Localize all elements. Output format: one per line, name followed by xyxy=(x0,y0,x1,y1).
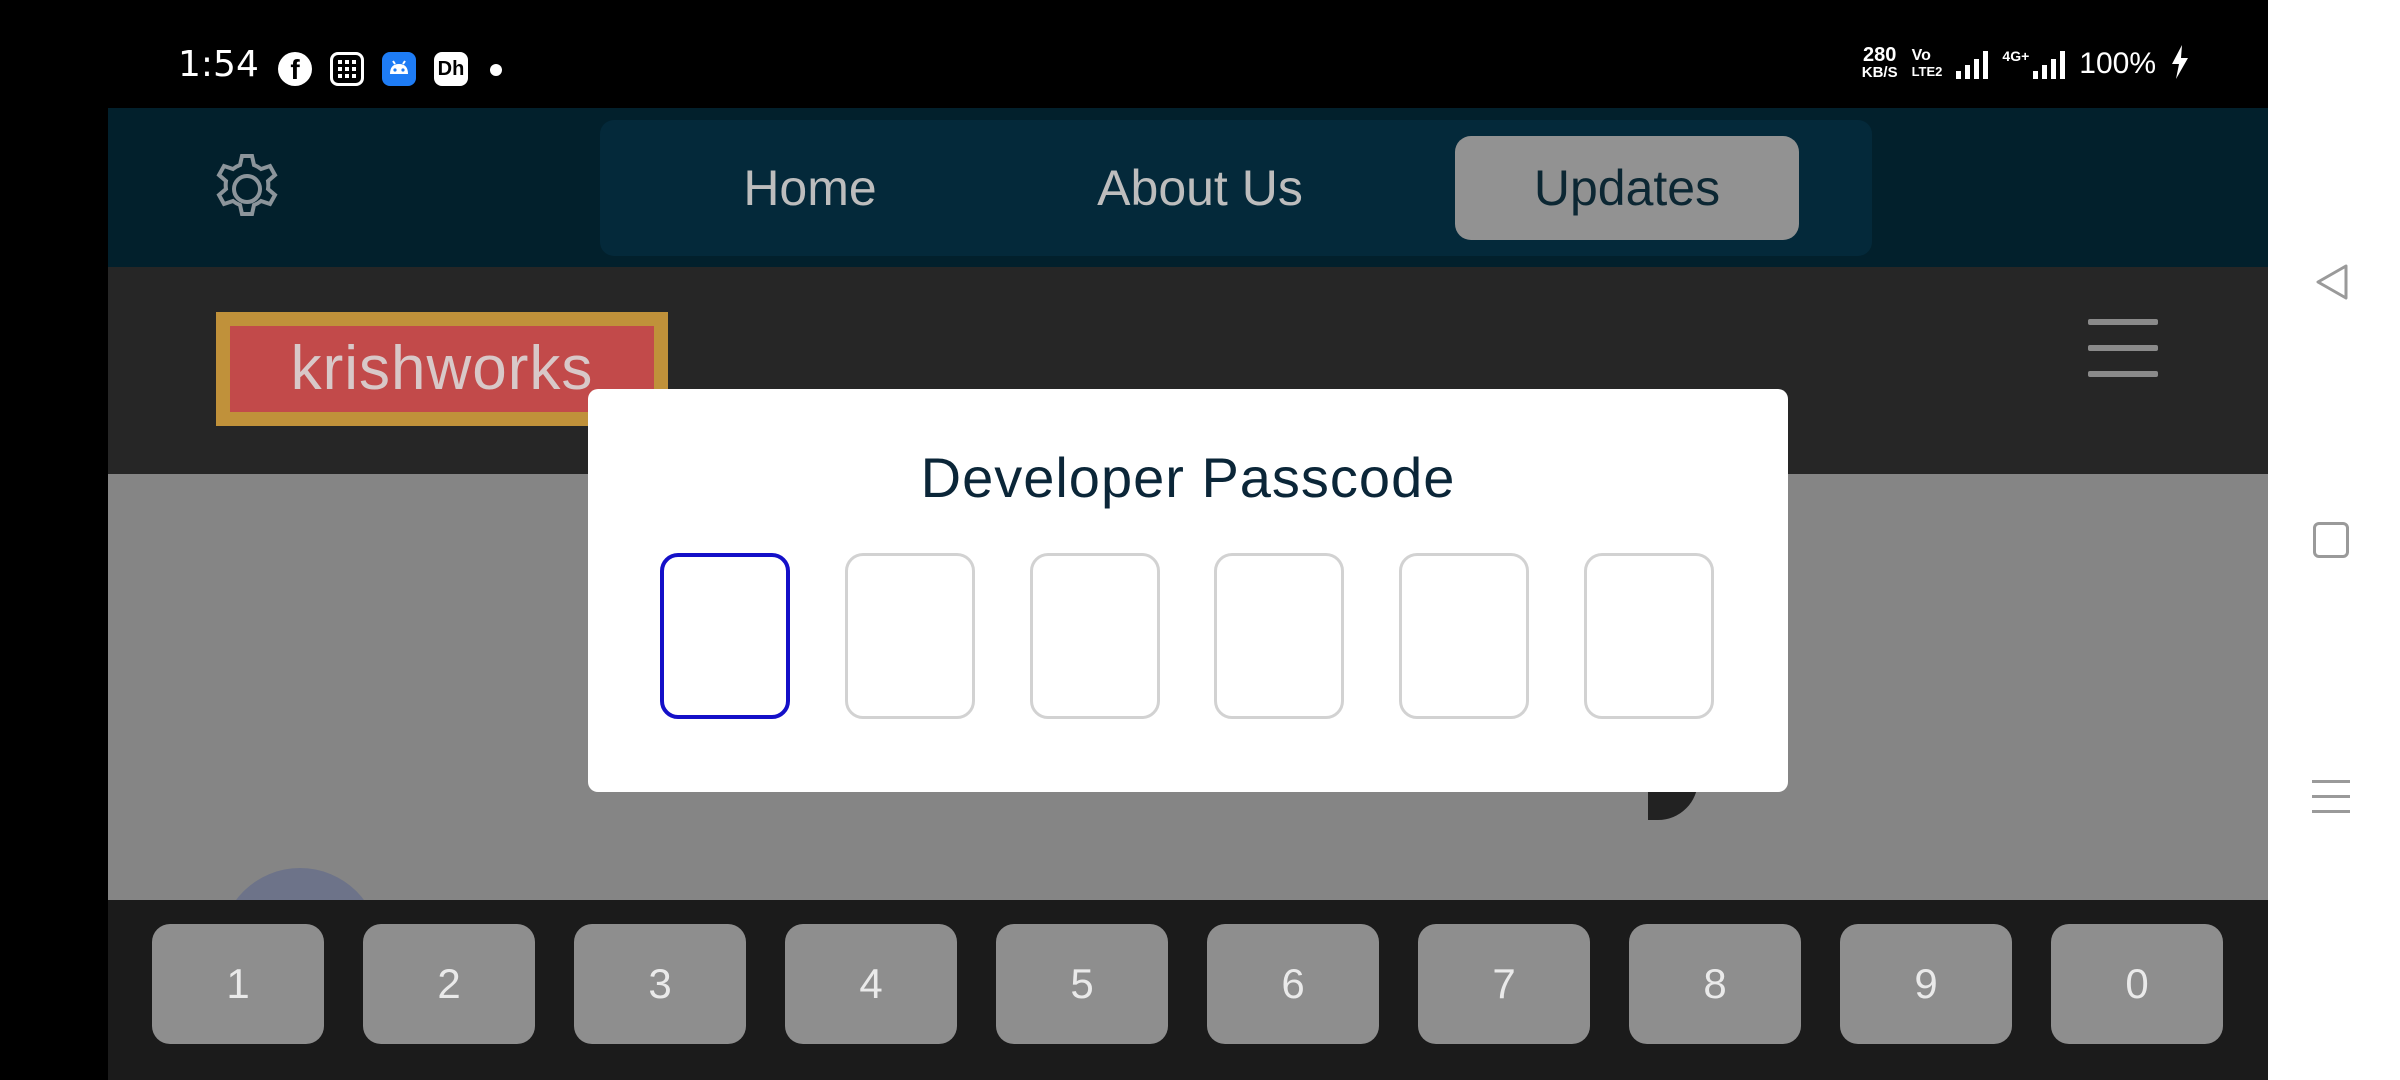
network-speed-unit: KB/S xyxy=(1861,64,1898,81)
dh-app-icon: Dh xyxy=(434,52,468,86)
key-1[interactable]: 1 xyxy=(152,924,324,1044)
numeric-keypad: 1 2 3 4 5 6 7 8 9 0 xyxy=(108,900,2268,1080)
network-speed: 280 KB/S xyxy=(1861,44,1898,82)
home-icon[interactable] xyxy=(2313,522,2349,558)
network-type: 4G+ xyxy=(2002,48,2030,64)
volte-line1: Vo xyxy=(1911,47,1931,64)
android-icon xyxy=(382,52,416,86)
passcode-dialog: Developer Passcode xyxy=(588,389,1788,792)
status-bar: 1:54 f Dh 280 KB/S Vo LTE2 4G+ 100% xyxy=(108,0,2268,108)
top-navigation: Home About Us Updates xyxy=(108,108,2268,267)
status-indicators: 280 KB/S Vo LTE2 4G+ 100% xyxy=(1862,44,2190,84)
key-8[interactable]: 8 xyxy=(1629,924,1801,1044)
passcode-digit-1[interactable] xyxy=(660,553,790,719)
back-icon[interactable] xyxy=(2312,262,2352,302)
passcode-digit-4[interactable] xyxy=(1214,553,1344,719)
tab-home[interactable]: Home xyxy=(710,136,910,240)
calculator-icon xyxy=(330,52,364,86)
key-0[interactable]: 0 xyxy=(2051,924,2223,1044)
key-5[interactable]: 5 xyxy=(996,924,1168,1044)
recents-icon[interactable] xyxy=(2312,780,2350,818)
nav-tabs: Home About Us Updates xyxy=(600,120,1872,256)
system-navigation-bar xyxy=(2268,0,2400,1080)
signal-4g-icon: 4G+ xyxy=(2002,48,2066,79)
charging-icon xyxy=(2170,44,2190,84)
more-notifications-dot xyxy=(490,64,502,76)
key-4[interactable]: 4 xyxy=(785,924,957,1044)
hamburger-icon[interactable] xyxy=(2088,319,2158,379)
passcode-digit-3[interactable] xyxy=(1030,553,1160,719)
facebook-icon: f xyxy=(278,52,312,86)
status-time: 1:54 xyxy=(178,44,259,85)
key-3[interactable]: 3 xyxy=(574,924,746,1044)
volte-line2: LTE2 xyxy=(1911,64,1943,79)
passcode-digit-2[interactable] xyxy=(845,553,975,719)
key-2[interactable]: 2 xyxy=(363,924,535,1044)
tab-about-us[interactable]: About Us xyxy=(1080,136,1320,240)
key-9[interactable]: 9 xyxy=(1840,924,2012,1044)
signal-icon xyxy=(1956,49,1989,79)
volte-indicator: Vo LTE2 xyxy=(1912,48,1943,80)
left-black-strip xyxy=(0,0,108,1080)
network-speed-value: 280 xyxy=(1862,44,1897,66)
gear-icon[interactable] xyxy=(208,150,286,228)
key-6[interactable]: 6 xyxy=(1207,924,1379,1044)
key-7[interactable]: 7 xyxy=(1418,924,1590,1044)
dialog-title: Developer Passcode xyxy=(920,446,1456,509)
tab-updates[interactable]: Updates xyxy=(1455,136,1799,240)
passcode-digit-5[interactable] xyxy=(1399,553,1529,719)
battery-percentage: 100% xyxy=(2079,47,2156,80)
passcode-digit-6[interactable] xyxy=(1584,553,1714,719)
